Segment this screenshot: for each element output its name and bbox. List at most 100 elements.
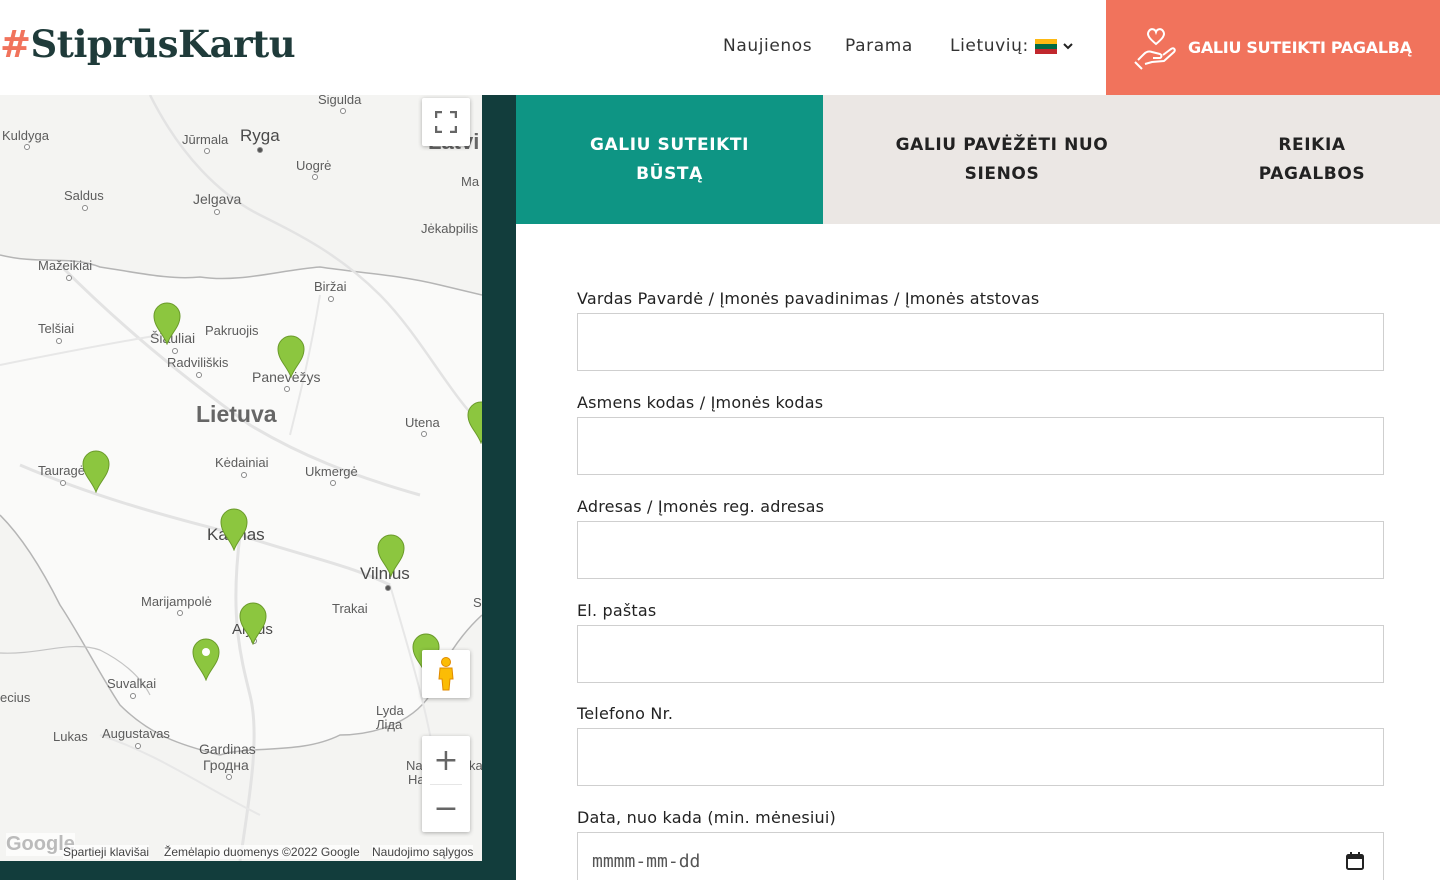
map-panel: Sigulda Kuldyga Jūrmala Ryga Latvi Uogrė… — [0, 95, 516, 880]
google-map[interactable]: Sigulda Kuldyga Jūrmala Ryga Latvi Uogrė… — [0, 95, 482, 861]
map-pin-icon[interactable] — [376, 533, 406, 577]
language-selector[interactable]: Lietuvių: — [950, 36, 1073, 56]
city-label: Gardinas — [199, 741, 256, 757]
city-label: Saldus — [64, 188, 104, 203]
zoom-divider — [430, 784, 462, 785]
city-dot — [82, 205, 88, 211]
city-label: Ma — [461, 174, 480, 189]
city-dot — [385, 585, 391, 591]
city-dot — [328, 296, 334, 302]
tab-offer-transport[interactable]: GALIU PAVĖŽĖTI NUO SIENOS — [847, 95, 1157, 224]
city-label: Na — [406, 758, 423, 773]
city-label: Jūrmala — [182, 132, 229, 147]
map-pin-icon[interactable] — [81, 449, 111, 493]
nav-support-link[interactable]: Parama — [845, 36, 913, 56]
map-pin-icon[interactable] — [238, 601, 268, 645]
fullscreen-icon — [435, 111, 457, 133]
city-dot — [241, 472, 247, 478]
city-label: Ryga — [240, 126, 280, 145]
chevron-down-icon — [1063, 39, 1073, 53]
map-zoom-controls: + − — [422, 736, 470, 832]
city-dot — [330, 480, 336, 486]
city-label: Biržai — [314, 279, 347, 294]
city-label: Augustavas — [102, 726, 170, 741]
city-dot — [226, 774, 232, 780]
street-view-pegman-icon — [438, 657, 454, 691]
hand-heart-icon — [1134, 27, 1176, 70]
city-label: Лiда — [376, 717, 403, 732]
map-fullscreen-button[interactable] — [422, 98, 470, 146]
country-label: Lietuva — [196, 401, 277, 427]
city-label: Trakai — [332, 601, 368, 616]
date-field-label: Data, nuo kada (min. mėnesiui) — [577, 808, 836, 827]
map-pin-icon[interactable] — [219, 507, 249, 551]
city-dot — [340, 108, 346, 114]
name-field-label: Vardas Pavardė / Įmonės pavadinimas / Įm… — [577, 289, 1040, 308]
city-dot — [284, 386, 290, 392]
form-tabs: GALIU SUTEIKTI BŪSTĄ GALIU PAVĖŽĖTI NUO … — [516, 95, 1440, 224]
tab-offer-housing[interactable]: GALIU SUTEIKTI BŪSTĄ — [516, 95, 823, 224]
map-pin-icon[interactable] — [466, 400, 482, 444]
map-attribution: Google Spartieji klavišai Žemėlapio duom… — [0, 833, 482, 861]
city-dot — [135, 743, 141, 749]
city-dot — [177, 610, 183, 616]
city-label: Lukas — [53, 729, 88, 744]
code-field-label: Asmens kodas / Įmonės kodas — [577, 393, 824, 412]
map-data-text: Žemėlapio duomenys ©2022 Google — [164, 845, 360, 859]
city-label: Jelgava — [193, 191, 242, 207]
city-dot — [24, 144, 30, 150]
offer-help-button[interactable]: GALIU SUTEIKTI PAGALBĄ — [1106, 0, 1440, 95]
zoom-in-button[interactable]: + — [422, 736, 470, 784]
map-pin-icon[interactable] — [191, 637, 221, 681]
calendar-icon[interactable] — [1345, 851, 1365, 871]
date-field[interactable]: mmmm-mm-dd — [577, 832, 1384, 880]
city-label: Kuldyga — [2, 128, 49, 143]
keyboard-shortcuts-link[interactable]: Spartieji klavišai — [63, 845, 150, 859]
city-label: Utena — [405, 415, 440, 430]
city-label: Lyda — [376, 703, 404, 718]
zoom-out-button[interactable]: − — [422, 784, 470, 832]
email-field[interactable] — [577, 625, 1384, 683]
language-label: Lietuvių: — [950, 36, 1029, 56]
city-dot — [196, 372, 202, 378]
terms-link[interactable]: Naudojimo sąlygos — [372, 845, 474, 859]
address-field[interactable] — [577, 521, 1384, 579]
name-field[interactable] — [577, 313, 1384, 371]
housing-offer-form: Vardas Pavardė / Įmonės pavadinimas / Įm… — [516, 224, 1440, 880]
city-dot — [66, 275, 72, 281]
city-label: Pakruojis — [205, 323, 259, 338]
city-label: Гродна — [203, 757, 249, 773]
city-dot — [312, 174, 318, 180]
city-label: Kėdainiai — [215, 455, 269, 470]
email-field-label: El. paštas — [577, 601, 657, 620]
tab-need-help[interactable]: REIKIA PAGALBOS — [1157, 95, 1440, 224]
city-dot — [60, 480, 66, 486]
city-dot — [130, 693, 136, 699]
city-dot — [421, 431, 427, 437]
city-dot — [257, 147, 263, 153]
city-label: Radviliškis — [167, 355, 229, 370]
map-pin-icon[interactable] — [152, 301, 182, 345]
address-field-label: Adresas / Įmonės reg. adresas — [577, 497, 825, 516]
city-label: Marijampolė — [141, 594, 212, 609]
city-label: Jėkabpilis — [421, 221, 479, 236]
phone-field[interactable] — [577, 728, 1384, 786]
code-field[interactable] — [577, 417, 1384, 475]
lithuania-flag-icon — [1034, 38, 1057, 54]
city-dot — [204, 148, 210, 154]
city-label: Tauragė — [38, 463, 85, 478]
city-label: S — [473, 595, 482, 610]
phone-field-label: Telefono Nr. — [577, 704, 674, 723]
nav-news-link[interactable]: Naujienos — [723, 36, 812, 56]
city-label: Mažeikiai — [38, 258, 93, 273]
city-label: Ukmergė — [305, 464, 358, 479]
map-pin-icon[interactable] — [276, 334, 306, 378]
street-view-button[interactable] — [422, 650, 470, 698]
offer-help-label: GALIU SUTEIKTI PAGALBĄ — [1188, 38, 1412, 57]
site-header: #StiprūsKartu Naujienos Parama Lietuvių:… — [0, 0, 1440, 95]
city-label: Sigulda — [318, 95, 362, 107]
city-dot — [214, 209, 220, 215]
date-placeholder: mmmm-mm-dd — [592, 850, 701, 872]
city-label: Uogrė — [296, 158, 332, 173]
city-label: ecius — [0, 690, 31, 705]
